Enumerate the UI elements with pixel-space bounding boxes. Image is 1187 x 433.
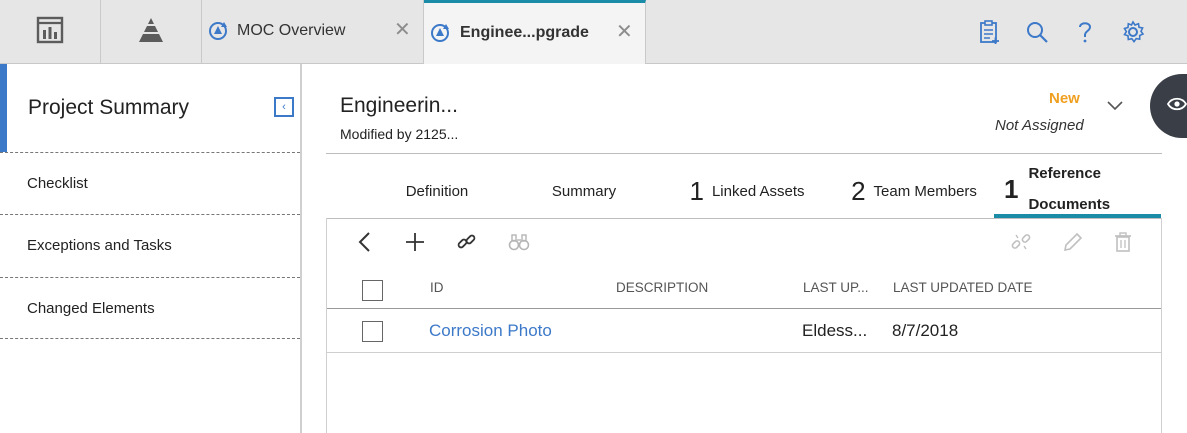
add-plus-icon[interactable]: [401, 228, 429, 256]
tab-label: Reference: [1028, 165, 1102, 182]
binoculars-icon: [505, 228, 533, 256]
tab-label: Summary: [551, 182, 617, 200]
close-tab-icon[interactable]: ✕: [394, 20, 411, 40]
nav-item-label: Changed Elements: [27, 300, 155, 317]
search-icon[interactable]: [1013, 14, 1061, 50]
reference-documents-grid: ID DESCRIPTION LAST UP... LAST UPDATED D…: [326, 218, 1162, 433]
row-checkbox[interactable]: [362, 321, 383, 342]
clipboard-list-icon[interactable]: [965, 14, 1013, 50]
tab-count: 1: [689, 175, 704, 206]
pyramid-icon: [136, 16, 166, 49]
help-icon[interactable]: [1061, 14, 1109, 50]
last-updated-date: 8/7/2018: [892, 321, 959, 340]
eye-icon: [1166, 94, 1187, 119]
header-actions: [965, 14, 1157, 50]
tab-label: Team Members: [873, 182, 977, 200]
collapse-panel-button[interactable]: ‹: [274, 97, 294, 117]
tab-summary[interactable]: Summary: [530, 164, 638, 218]
column-header-last-updated-by[interactable]: LAST UP...: [803, 280, 869, 295]
tab-team-members[interactable]: 2 Team Members: [844, 164, 984, 218]
moc-refresh-icon: [207, 20, 229, 47]
top-tab-bar: MOC Overview ✕ Enginee...pgrade ✕: [0, 0, 1187, 64]
unlink-icon: [1007, 228, 1035, 256]
nav-item-checklist[interactable]: Checklist: [0, 152, 300, 214]
last-updated-by: Eldess...: [802, 321, 868, 340]
header-divider: [326, 153, 1162, 154]
back-chevron-icon[interactable]: [351, 228, 379, 256]
record-modified-by: Modified by 2125...: [340, 126, 459, 142]
chevron-left-icon: ‹: [282, 100, 286, 113]
delete-trash-icon: [1109, 228, 1137, 256]
link-icon[interactable]: [453, 228, 481, 256]
tab-label: Definition: [405, 182, 469, 200]
nav-item-label: Exceptions and Tasks: [27, 237, 172, 254]
nav-item-label: Checklist: [27, 175, 88, 192]
chevron-down-icon[interactable]: [1106, 98, 1124, 116]
column-header-id[interactable]: ID: [430, 280, 444, 295]
dashboard-tab[interactable]: [0, 0, 101, 64]
select-all-checkbox[interactable]: [362, 280, 383, 301]
column-header-description[interactable]: DESCRIPTION: [616, 280, 708, 295]
nav-item-exceptions-and-tasks[interactable]: Exceptions and Tasks: [0, 214, 300, 276]
document-id-link[interactable]: Corrosion Photo: [429, 321, 552, 341]
tab-moc-overview[interactable]: MOC Overview ✕: [202, 0, 424, 64]
tab-label-group: Reference Documents: [1028, 165, 1110, 213]
edit-pencil-icon: [1059, 228, 1087, 256]
tab-label: Enginee...pgrade: [460, 24, 589, 41]
tab-label: Linked Assets: [711, 182, 805, 200]
dashboard-icon: [36, 16, 64, 49]
moc-refresh-icon: [429, 22, 451, 49]
nav-item-changed-elements[interactable]: Changed Elements: [0, 277, 300, 339]
left-panel: Project Summary ‹ Checklist Exceptions a…: [0, 64, 302, 433]
column-header-last-updated-date[interactable]: LAST UPDATED DATE: [893, 280, 1033, 295]
tab-count: 2: [851, 175, 866, 206]
tab-count: 1: [1004, 173, 1019, 204]
close-tab-icon[interactable]: ✕: [616, 22, 633, 42]
strategy-tab[interactable]: [101, 0, 202, 64]
assignment-status: Not Assigned: [995, 117, 1084, 134]
tab-definition[interactable]: Definition: [362, 164, 512, 218]
tab-engineering-upgrade[interactable]: Enginee...pgrade ✕: [424, 0, 646, 64]
row-divider: [327, 352, 1161, 353]
tab-label: Documents: [1028, 196, 1111, 213]
main-content: Engineerin... Modified by 2125... New No…: [302, 64, 1187, 433]
state-badge[interactable]: New: [1049, 90, 1080, 107]
side-panel-toggle-button[interactable]: [1150, 74, 1187, 138]
header-divider: [327, 308, 1161, 309]
tab-label: MOC Overview: [237, 22, 346, 39]
tab-linked-assets[interactable]: 1 Linked Assets: [682, 164, 812, 218]
settings-gear-icon[interactable]: [1109, 14, 1157, 50]
record-title: Engineerin...: [340, 94, 458, 117]
active-section-indicator: [0, 64, 7, 152]
panel-title: Project Summary: [28, 96, 190, 119]
tab-reference-documents[interactable]: 1 Reference Documents: [994, 164, 1161, 218]
